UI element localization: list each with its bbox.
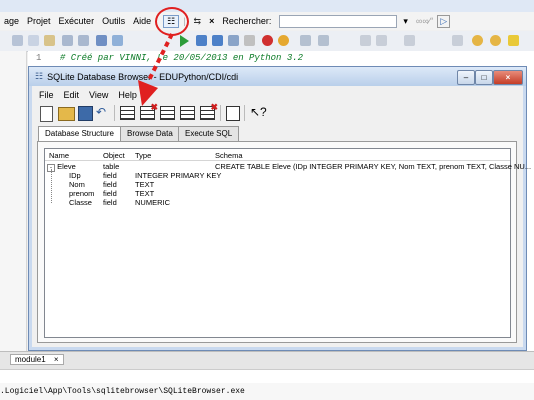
field-type: TEXT [135, 189, 155, 198]
separator [220, 105, 221, 121]
magic-wand-icon[interactable] [508, 35, 519, 46]
forward-icon[interactable] [318, 35, 329, 46]
column-header-name[interactable]: Name [49, 151, 69, 160]
header-divider [45, 160, 510, 161]
row-schema: CREATE TABLE Eleve (IDp INTEGER PRIMARY … [215, 162, 532, 171]
field-name[interactable]: Classe [69, 198, 92, 207]
sqlite-toolbar: ↶ ✖ ✖ ↖? [34, 102, 520, 124]
stop-icon[interactable] [262, 35, 273, 46]
sqlite-menubar: File Edit View Help [34, 88, 520, 102]
maximize-button[interactable]: □ [475, 70, 493, 85]
menu-view[interactable]: View [84, 90, 113, 100]
column-header-schema[interactable]: Schema [215, 151, 243, 160]
window-icon[interactable] [112, 35, 123, 46]
column-header-type[interactable]: Type [135, 151, 151, 160]
line-number: 1 [36, 53, 42, 63]
tab-database-structure[interactable]: Database Structure [38, 126, 121, 142]
tab-browse-data[interactable]: Browse Data [120, 126, 180, 141]
ide-toolbar [0, 31, 534, 52]
replace-icon[interactable]: ⇆ [190, 16, 206, 27]
row-name: Eleve [57, 162, 76, 171]
annotation-arrow [138, 33, 174, 106]
menu-item-outils[interactable]: Outils [98, 16, 129, 26]
search-input[interactable] [279, 14, 398, 28]
tree-guide-line [51, 169, 53, 203]
redo-icon[interactable] [78, 35, 89, 46]
close-button[interactable]: × [493, 70, 523, 85]
find-icons[interactable]: ∞∞∕“ [412, 16, 437, 26]
save-database-icon[interactable] [78, 106, 93, 121]
pilcrow-icon[interactable] [452, 35, 463, 46]
field-object: field [103, 189, 117, 198]
minimize-button[interactable]: – [457, 70, 475, 85]
menu-item-executer[interactable]: Exécuter [55, 16, 99, 26]
tab-module1[interactable]: module1 × [10, 354, 64, 365]
step-over-icon[interactable] [212, 35, 223, 46]
dropdown-arrow-icon[interactable]: ▾ [399, 16, 412, 27]
field-type: INTEGER PRIMARY KEY [135, 171, 222, 180]
list-icon[interactable] [404, 35, 415, 46]
ide-tabbar: module1 × [0, 351, 534, 369]
step-icon[interactable] [196, 35, 207, 46]
tab-execute-sql[interactable]: Execute SQL [178, 126, 240, 141]
column-header-object[interactable]: Object [103, 151, 125, 160]
pause-icon[interactable] [244, 35, 255, 46]
menu-file[interactable]: File [34, 90, 59, 100]
delete-index-icon[interactable]: ✖ [200, 102, 218, 120]
field-type: NUMERIC [135, 198, 170, 207]
menu-edit[interactable]: Edit [59, 90, 85, 100]
field-object: field [103, 198, 117, 207]
top-strip [0, 0, 534, 12]
field-name[interactable]: Nom [69, 180, 85, 189]
field-name[interactable]: IDp [69, 171, 81, 180]
sqlite-titlebar[interactable]: ☷ SQLite Database Browser - EDUPython/CD… [28, 66, 527, 86]
search-label: Rechercher: [222, 16, 272, 26]
cut-icon[interactable] [12, 35, 23, 46]
menu-item-aide[interactable]: Aide [129, 16, 155, 26]
open-database-icon[interactable] [58, 107, 75, 121]
unindent-icon[interactable] [376, 35, 387, 46]
whats-this-icon[interactable]: ↖? [250, 105, 267, 119]
left-panel[interactable] [0, 51, 27, 351]
field-object: field [103, 171, 117, 180]
close-icon[interactable]: × [205, 16, 218, 26]
separator [114, 105, 115, 121]
annotation-circle [155, 7, 189, 36]
field-name[interactable]: prenom [69, 189, 94, 198]
paste-icon[interactable] [44, 35, 55, 46]
indent-icon[interactable] [360, 35, 371, 46]
separator [244, 105, 245, 121]
preferences-icon[interactable] [226, 106, 240, 121]
app-icon: ☷ [35, 71, 44, 81]
ide-menubar: age Projet Exécuter Outils Aide ☷ | ⇆ × … [0, 12, 534, 30]
field-object: field [103, 180, 117, 189]
menu-item-affichage[interactable]: age [0, 16, 23, 26]
zoom-in-icon[interactable] [472, 35, 483, 46]
zoom-out-icon[interactable] [490, 35, 501, 46]
output-area[interactable] [0, 369, 534, 384]
revert-icon[interactable]: ↶ [96, 105, 106, 119]
save-icon[interactable] [96, 35, 107, 46]
schema-tree[interactable]: Name Object Type Schema - Eleve table CR… [44, 148, 531, 338]
copy-icon[interactable] [28, 35, 39, 46]
row-object: table [103, 162, 120, 171]
python-icon[interactable]: ▷ [437, 14, 451, 28]
step-out-icon[interactable] [228, 35, 239, 46]
tab-module1-label: module1 [15, 355, 46, 364]
close-tab-icon[interactable]: × [54, 355, 59, 364]
breakpoint-icon[interactable] [278, 35, 289, 46]
new-database-icon[interactable] [40, 106, 53, 122]
back-icon[interactable] [300, 35, 311, 46]
undo-icon[interactable] [62, 35, 73, 46]
status-path: .Logiciel\App\Tools\sqlitebrowser\SQLite… [0, 383, 534, 400]
field-type: TEXT [135, 180, 155, 189]
menu-item-projet[interactable]: Projet [23, 16, 55, 26]
